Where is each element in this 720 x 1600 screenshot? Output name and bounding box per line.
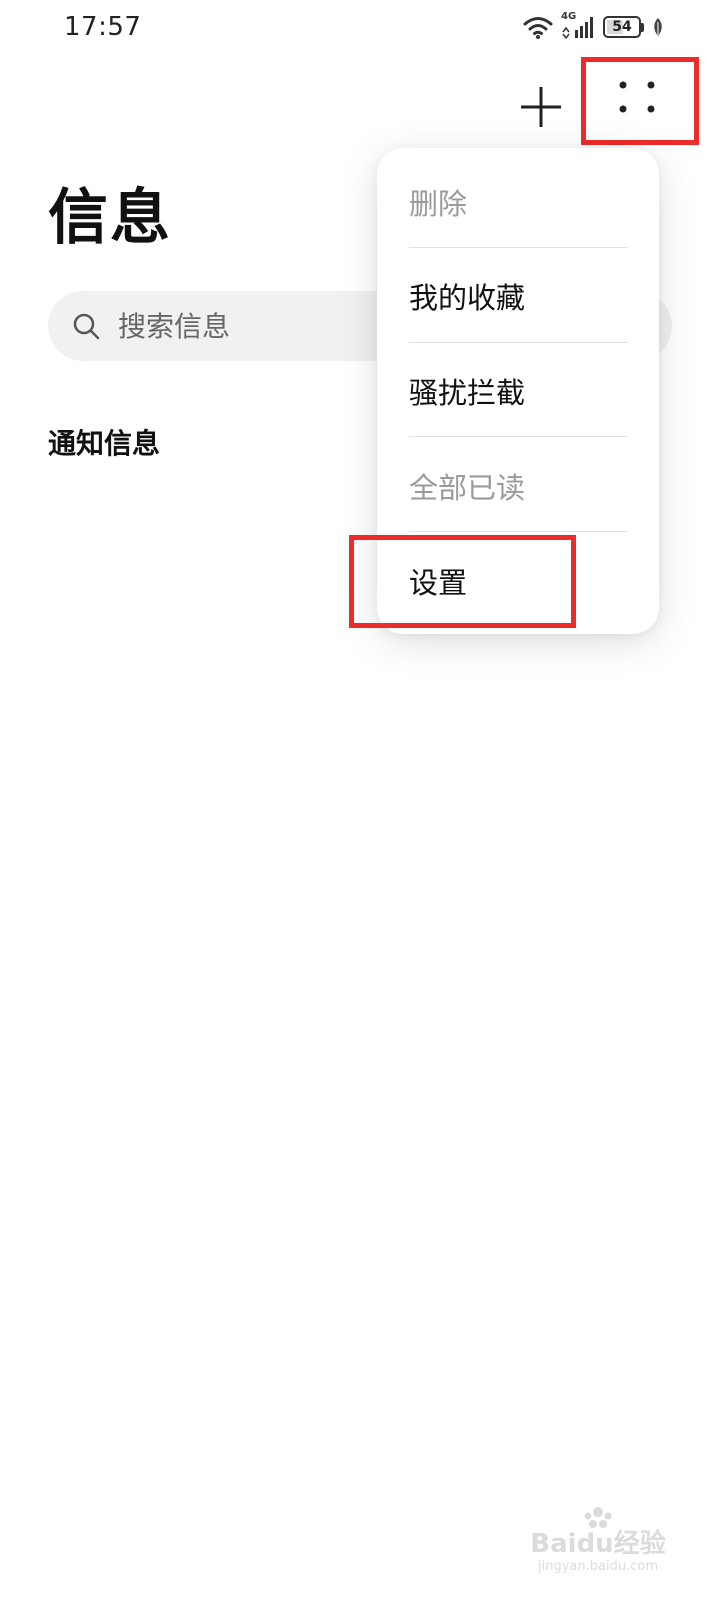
menu-item-label: 删除 [409,186,468,221]
battery-level-text: 54 [612,19,632,35]
wifi-icon [523,15,553,39]
watermark-url-text: jingyan.baidu.com [537,1559,658,1574]
page-title: 信息 [48,183,172,253]
menu-item-settings[interactable]: 设置 [409,533,628,628]
status-time: 17:57 [64,12,142,42]
network-type-label: 4G [561,11,577,22]
status-icons: 4G 54 [523,10,664,44]
menu-item-label: 骚扰拦截 [409,375,526,410]
section-title-notifications: 通知信息 [48,427,161,460]
menu-item-label: 我的收藏 [409,280,526,315]
overflow-menu: 删除 我的收藏 骚扰拦截 全部已读 设置 [377,148,659,634]
menu-item-spam-block[interactable]: 骚扰拦截 [409,343,628,438]
menu-item-label: 设置 [409,565,468,600]
more-dots-icon [617,79,657,119]
menu-item-mark-all-read[interactable]: 全部已读 [409,438,628,533]
menu-divider [409,531,628,532]
menu-item-favorites[interactable]: 我的收藏 [409,248,628,343]
battery-cap [641,22,644,32]
search-icon [72,312,100,340]
more-options-button[interactable] [581,57,693,141]
add-button[interactable] [514,82,568,136]
menu-item-delete[interactable]: 删除 [409,154,628,249]
cellular-signal-icon: 4G [561,11,595,40]
battery-icon: 54 [603,16,644,38]
battery-body: 54 [603,16,641,38]
watermark-logo-text: Baidu经验 [530,1528,665,1559]
baidu-jingyan-watermark: Baidu经验 jingyan.baidu.com [528,1504,668,1574]
menu-item-label: 全部已读 [409,470,526,505]
leaf-icon [652,17,664,37]
menu-divider [409,436,628,437]
plus-icon [519,85,563,133]
